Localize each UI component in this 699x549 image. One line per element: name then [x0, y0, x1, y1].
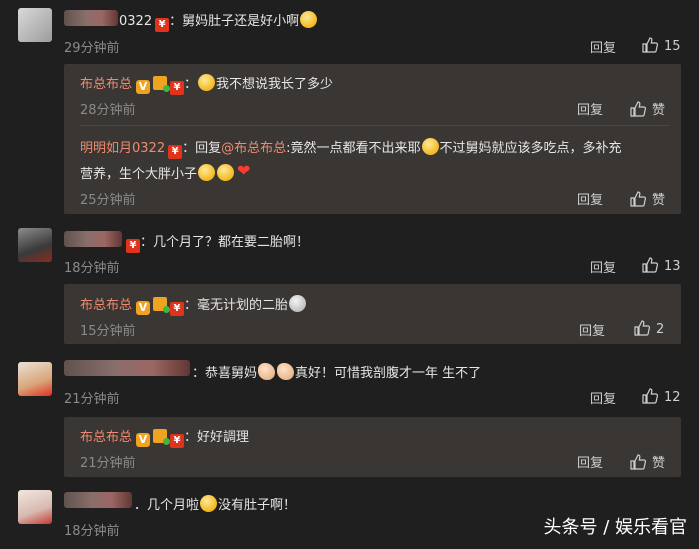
like-button[interactable]: 赞: [630, 189, 665, 208]
like-button[interactable]: 15: [642, 37, 681, 54]
sub-reply-username[interactable]: 布总布总: [80, 77, 132, 92]
reply-button[interactable]: 回复: [577, 99, 603, 118]
badge-icon: ¥: [170, 302, 185, 316]
level-icon: [153, 76, 171, 92]
reply-button[interactable]: 回复: [579, 320, 605, 339]
level-icon: [153, 429, 171, 445]
verified-v-icon: V: [136, 433, 151, 447]
sub-reply-text: ：好好調理: [184, 430, 250, 445]
reply-button[interactable]: 回复: [577, 189, 603, 208]
like-count: 13: [664, 259, 681, 274]
drool-emoji-icon: [200, 495, 218, 512]
thumbs-up-icon: [642, 388, 658, 404]
comment-1-name-tail: 0322 ¥ ：舅妈肚子还是好小啊: [119, 10, 318, 32]
sub-reply-line: 布总布总 V ¥ ：好好調理: [80, 426, 249, 448]
sub-reply-time: 15分钟前: [80, 324, 136, 339]
thumbs-up-icon: [642, 257, 658, 273]
sub-reply-text: 我不想说我长了多少: [216, 77, 334, 92]
laugh-emoji-icon: [300, 11, 318, 28]
blurred-username: [64, 10, 118, 26]
thumbs-up-icon: [630, 101, 646, 117]
comment-text: ：恭喜舅妈: [192, 366, 258, 381]
verified-v-icon: V: [136, 80, 151, 94]
comment-time: 18分钟前: [64, 524, 120, 539]
laugh-cry-emoji-icon: [198, 164, 216, 181]
badge-icon: ¥: [168, 145, 183, 159]
avatar[interactable]: [18, 8, 52, 42]
blurred-username: [64, 231, 122, 247]
like-count: 2: [656, 322, 665, 337]
badge-icon: ¥: [170, 81, 185, 95]
comment-line: ¥ ：几个月了？都在要二胎啊！: [123, 231, 309, 253]
sub-reply-time: 28分钟前: [80, 103, 136, 118]
avatar[interactable]: [18, 362, 52, 396]
reply-button[interactable]: 回复: [590, 257, 616, 276]
comment-time: 29分钟前: [64, 41, 120, 56]
thumbs-up-icon: [630, 454, 646, 470]
comment-text: ．几个月啦: [134, 498, 200, 513]
laugh-cry-emoji-icon: [217, 164, 235, 181]
sub-reply-time: 25分钟前: [80, 193, 136, 208]
blurred-username: [64, 492, 132, 508]
sub-reply-username[interactable]: 布总布总: [80, 298, 132, 313]
sub-reply-line: 明明如月0322 ¥ ：回复@布总布总:竟然一点都看不出来耶 不过舅妈就应该多吃点，多…: [80, 137, 622, 159]
like-button[interactable]: 13: [642, 257, 681, 274]
comment-line: ：恭喜舅妈 真好！可惜我剖腹才一年 生不了: [192, 362, 481, 381]
sub-reply-line: 布总布总 V ¥ ：毫无计划的二胎: [80, 294, 307, 316]
tongue-emoji-icon: [198, 74, 216, 91]
badge-icon: ¥: [170, 434, 185, 448]
thumbs-up-icon: [630, 191, 646, 207]
like-button[interactable]: 2: [634, 320, 664, 337]
like-button[interactable]: 12: [642, 388, 681, 405]
divider: [80, 125, 670, 126]
thumbs-up-icon: [642, 37, 658, 53]
avatar[interactable]: [18, 490, 52, 524]
comment-text: ：几个月了？都在要二胎啊！: [140, 235, 310, 250]
clapping-hands-emoji-icon: [277, 363, 295, 380]
verified-v-icon: V: [136, 301, 151, 315]
sub-reply-line-2: 营养，生个大胖小子: [80, 161, 255, 182]
badge-icon: ¥: [155, 18, 170, 32]
sub-reply-username[interactable]: 明明如月0322: [80, 141, 165, 156]
watermark: 头条号 / 娱乐看官: [543, 517, 687, 538]
avatar[interactable]: [18, 228, 52, 262]
reply-button[interactable]: 回复: [577, 452, 603, 471]
sub-reply-username[interactable]: 布总布总: [80, 430, 132, 445]
like-count: 15: [664, 39, 681, 54]
like-button[interactable]: 赞: [630, 452, 665, 471]
sub-reply-text: ：毫无计划的二胎: [184, 298, 289, 313]
thumbs-up-icon: [634, 320, 650, 336]
reply-button[interactable]: 回复: [590, 388, 616, 407]
blurred-username: [64, 360, 190, 376]
comment-time: 21分钟前: [64, 392, 120, 407]
level-icon: [153, 297, 171, 313]
laugh-cry-emoji-icon: [421, 138, 439, 155]
heart-emoji-icon: [236, 161, 254, 181]
sub-reply-time: 21分钟前: [80, 456, 136, 471]
like-count: 12: [664, 390, 681, 405]
comment-time: 18分钟前: [64, 261, 120, 276]
clapping-hands-emoji-icon: [258, 363, 276, 380]
skull-emoji-icon: [289, 295, 307, 312]
comment-line: ．几个月啦 没有肚子啊！: [134, 494, 296, 513]
sub-reply-line: 布总布总 V ¥：我不想说我长了多少: [80, 73, 333, 95]
reply-button[interactable]: 回复: [590, 37, 616, 56]
comment-text: ：舅妈肚子还是好小啊: [169, 14, 300, 29]
like-button[interactable]: 赞: [630, 99, 665, 118]
badge-icon: ¥: [126, 239, 140, 253]
mention-link[interactable]: @布总布总: [221, 141, 286, 156]
